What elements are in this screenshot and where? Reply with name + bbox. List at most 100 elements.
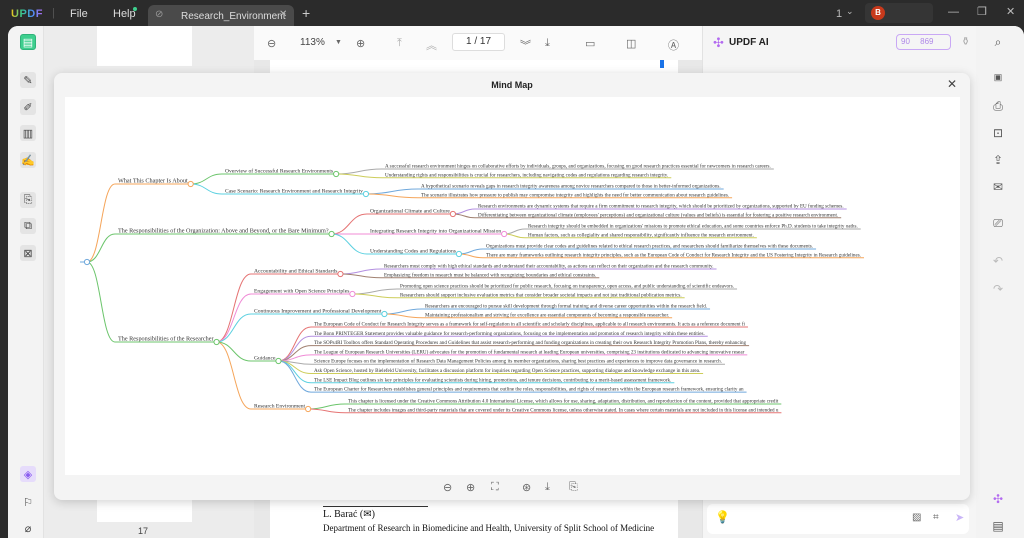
new-tab-button[interactable]: + [302,5,310,21]
detail-label[interactable]: Research environments are dynamic system… [478,203,844,210]
scroll-indicator[interactable] [660,60,664,68]
branch-node[interactable] [349,290,356,298]
updf-ai-icon[interactable]: ✣ [990,492,1006,508]
credits-badge[interactable]: 90 869 [896,34,951,50]
detail-label[interactable]: The European Code of Conduct for Researc… [314,321,746,328]
presentation-icon[interactable]: ▭ [585,37,595,50]
detail-label[interactable]: The LSE Impact Blog outlines six key pri… [314,376,671,383]
zoom-level[interactable]: 113% [300,37,325,48]
email-icon[interactable]: ✉ [990,180,1006,196]
redo-icon[interactable]: ↷ [990,282,1006,298]
fit-to-screen-icon[interactable]: ⛶ [491,481,499,494]
attachment-icon[interactable]: ⌀ [20,520,36,536]
image-icon[interactable]: ▨ [912,512,921,523]
mind-map-canvas[interactable]: What This Chapter Is About Overview of Su… [65,97,960,475]
branch-node[interactable] [455,250,463,258]
page-input[interactable]: 1 / 17 [452,33,505,51]
close-dialog-icon[interactable]: ✕ [947,77,957,91]
detail-label[interactable]: The scenario illustrates how pressure to… [421,191,729,198]
branch-node[interactable] [337,270,344,278]
first-page-icon[interactable]: ⤒ [397,37,402,50]
search-icon[interactable]: ⌕ [990,35,1006,51]
branch-node[interactable] [275,357,282,365]
organize-pages-icon[interactable]: ⎘ [20,192,36,208]
next-page-icon[interactable]: ︾ [520,37,531,53]
topic-label[interactable]: The Responsibilities of the Researcher [118,336,214,343]
compare-icon[interactable]: ◫ [626,37,636,50]
detail-label[interactable]: Researchers are encouraged to pursue ski… [425,303,707,310]
detail-label[interactable]: The Bonn PRINTEGER Statement provides va… [314,330,705,337]
detail-label[interactable]: A successful research environment hinges… [385,163,771,170]
compress-icon[interactable]: ⊠ [20,245,36,261]
detail-label[interactable]: Science Europe focuses on the implementa… [314,358,722,365]
subtopic-label[interactable]: Overview of Successful Research Environm… [225,168,333,175]
branch-node[interactable] [83,258,91,266]
zoom-out-icon[interactable]: ⊖ [267,37,276,50]
ocr-icon[interactable]: ▣ [990,72,1006,88]
branch-node[interactable] [333,170,340,178]
clean-icon[interactable]: ⚱ [961,35,970,48]
export-icon[interactable]: ⎘ [569,481,578,494]
branch-node[interactable] [501,230,508,238]
detail-label[interactable]: The European Charter for Researchers est… [314,386,744,393]
detail-label[interactable]: Research integrity should be embedded in… [528,223,858,230]
document-tab[interactable]: ⊘ Research_Environment ✕ [148,5,294,28]
page-thumbnail[interactable] [97,26,192,66]
menu-file[interactable]: File [70,8,88,20]
detail-label[interactable]: Differentiating between organizational c… [478,211,838,218]
detail-label[interactable]: There are many frameworks outlining rese… [486,251,861,258]
detail-label[interactable]: A hypothetical scenario reveals gaps in … [421,183,721,190]
zoom-in-icon[interactable]: ⊕ [466,481,475,494]
save-icon[interactable]: ⎚ [990,216,1006,232]
edit-pdf-icon[interactable]: ✐ [20,99,36,115]
minimize-button[interactable]: — [948,6,959,18]
comment-icon[interactable]: ▤ [990,519,1006,535]
highlight-icon[interactable]: ✎ [20,72,36,88]
window-count[interactable]: 1 [836,8,842,20]
protect-icon[interactable]: ⊡ [990,126,1006,142]
translate-icon[interactable]: Ⓐ [668,37,679,53]
detail-label[interactable]: Maintaining professionalism and striving… [425,311,669,318]
form-icon[interactable]: ▥ [20,125,36,141]
subtopic-label[interactable]: Continuous Improvement and Professional … [254,308,382,315]
globe-icon[interactable]: ⊛ [522,481,531,494]
detail-label[interactable]: Ask Open Science, hosted by Bielefeld Un… [314,367,700,374]
branch-node[interactable] [449,210,457,218]
branch-node[interactable] [187,180,194,188]
branch-node[interactable] [362,190,370,198]
previous-page-icon[interactable]: ︽ [426,37,437,53]
restore-button[interactable]: ❐ [977,5,987,18]
detail-label[interactable]: Emphasizing freedom in research must be … [384,271,596,278]
prompt-bulb-icon[interactable]: 💡 [715,510,730,524]
branch-node[interactable] [328,230,335,238]
zoom-in-icon[interactable]: ⊕ [356,37,365,50]
reader-mode-icon[interactable]: ▤ [20,34,36,50]
detail-label[interactable]: This chapter is licensed under the Creat… [348,398,779,405]
chevron-down-icon[interactable]: ⌄ [846,6,854,17]
detail-label[interactable]: The League of European Research Universi… [314,348,745,355]
bookmark-icon[interactable]: ⚐ [20,494,36,510]
detail-label[interactable]: The SOPs4RI Toolbox offers Standard Oper… [314,339,747,346]
detail-label[interactable]: Researchers must comply with high ethica… [384,263,714,270]
send-icon[interactable]: ➤ [955,511,964,524]
detail-label[interactable]: Organizations must provide clear codes a… [486,243,813,250]
close-window-button[interactable]: ✕ [1006,5,1015,18]
sign-icon[interactable]: ✍ [20,152,36,168]
detail-label[interactable]: Human factors, such as collegiality and … [528,231,754,238]
tab-close-icon[interactable]: ✕ [279,9,287,20]
detail-label[interactable]: Promoting open science practices should … [400,283,734,290]
branch-node[interactable] [213,338,220,346]
convert-icon[interactable]: ⎙ [990,99,1006,115]
branch-node[interactable] [305,405,312,413]
download-icon[interactable]: ⤓ [545,481,550,494]
layers-icon[interactable]: ◈ [20,466,36,482]
detail-label[interactable]: Understanding rights and responsibilitie… [385,171,668,178]
last-page-icon[interactable]: ⤓ [545,37,550,50]
share-icon[interactable]: ⇪ [990,153,1006,169]
account-button[interactable]: B [865,3,933,23]
undo-icon[interactable]: ↶ [990,254,1006,270]
topic-label[interactable]: The Responsibilities of the Organization… [118,228,329,235]
branch-node[interactable] [381,310,388,318]
ai-chat-input[interactable]: 💡 ▨ ⌗ ➤ [707,504,969,534]
zoom-out-icon[interactable]: ⊖ [443,481,452,494]
